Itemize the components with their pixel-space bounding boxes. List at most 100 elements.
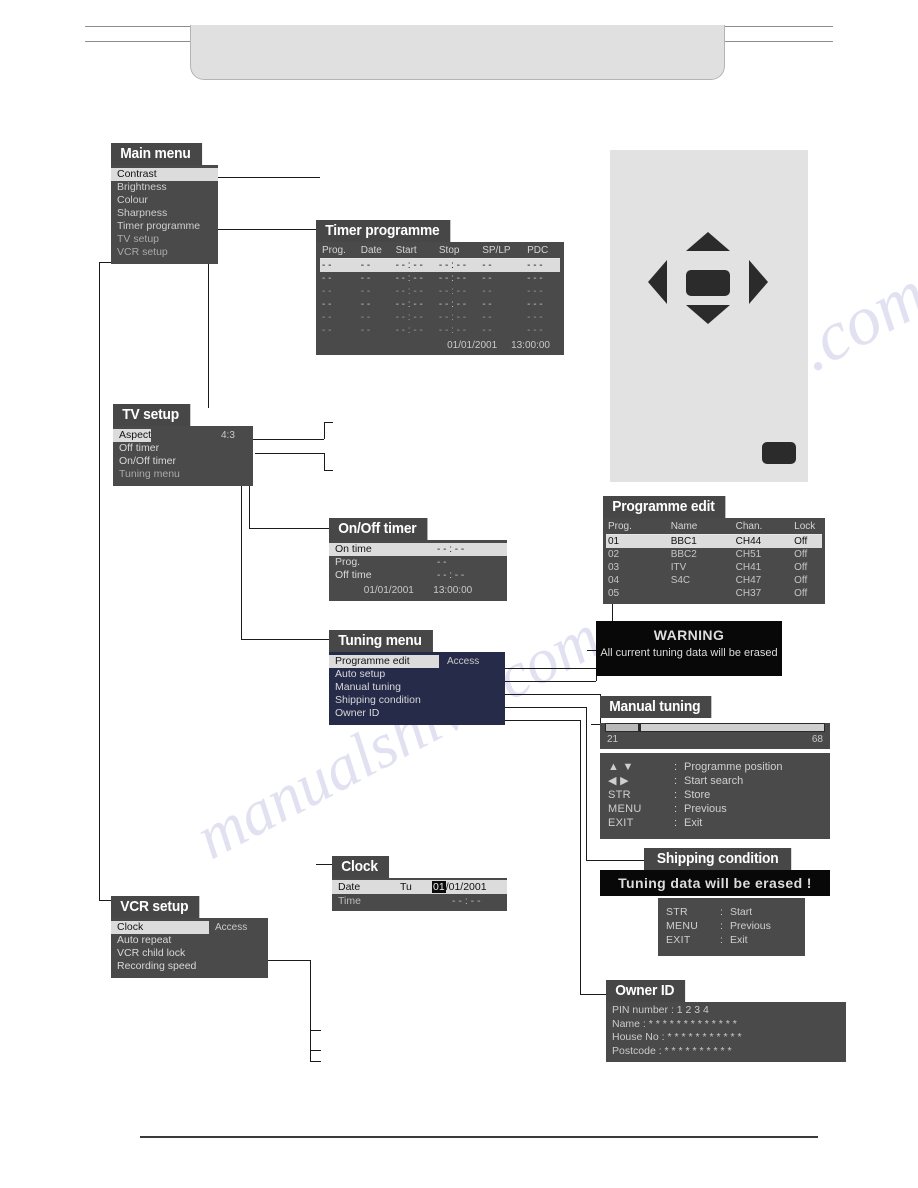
tuning-menu-panel: Tuning menu Programme edit Access Auto s… xyxy=(329,630,505,725)
clock-time-row[interactable]: Time - - : - - xyxy=(332,894,507,908)
on-off-timer-title: On/Off timer xyxy=(329,518,428,540)
timer-programme-table: Prog. Date Start Stop SP/LP PDC - - - - … xyxy=(320,244,560,337)
vcr-setup-item-recording-speed[interactable]: Recording speed xyxy=(111,960,268,973)
key-description: Start search xyxy=(684,775,744,787)
key-label: MENU xyxy=(608,803,642,815)
vcr-setup-item-auto-repeat[interactable]: Auto repeat xyxy=(111,934,268,947)
owner-id-name-row[interactable]: Name : * * * * * * * * * * * * * xyxy=(606,1018,846,1032)
clock-date-label: Date xyxy=(338,881,361,893)
vcr-setup-item-vcr-child-lock[interactable]: VCR child lock xyxy=(111,947,268,960)
key-separator: : xyxy=(674,803,678,815)
clock-time-label: Time xyxy=(338,895,361,907)
cell-stop: - - : - - xyxy=(438,312,467,323)
cell-start: - - : - - xyxy=(395,273,423,284)
th-lock: Lock xyxy=(794,521,816,532)
th-chan: Chan. xyxy=(735,521,763,532)
connector-ownerid xyxy=(504,720,580,721)
dpad xyxy=(648,232,768,342)
owner-id-panel: Owner ID PIN number : 1 2 3 4 Name : * *… xyxy=(606,980,846,1062)
table-row[interactable]: - - - - - - : - - - - : - - - - - - - xyxy=(320,298,560,311)
on-off-timer-item-prog[interactable]: Prog. - - xyxy=(329,556,507,569)
main-menu-item-brightness[interactable]: Brightness xyxy=(111,181,218,194)
cell-prog: - - xyxy=(320,258,359,272)
tuning-menu-title: Tuning menu xyxy=(329,630,433,652)
table-row[interactable]: - - - - - - : - - - - : - - - - - - - xyxy=(320,324,560,337)
footer-date: 01/01/2001 xyxy=(363,585,414,596)
tv-setup-item-value: 4:3 xyxy=(221,430,235,441)
th-start: Start xyxy=(395,245,417,256)
table-row[interactable]: - - - - - - : - - - - : - - - - - - - xyxy=(320,272,560,285)
owner-id-house-no-row[interactable]: House No : * * * * * * * * * * * xyxy=(606,1031,846,1045)
main-menu-item-tv-setup[interactable]: TV setup xyxy=(111,233,218,246)
key-description: Previous xyxy=(730,920,771,932)
footer-time: 13:00:00 xyxy=(511,340,550,351)
cell-splp: - - xyxy=(482,325,492,336)
tuning-menu-item-programme-edit[interactable]: Programme edit Access xyxy=(329,655,505,668)
tv-setup-item-on-off-timer[interactable]: On/Off timer xyxy=(113,455,253,468)
cell-chan: CH41 xyxy=(735,562,762,573)
clock-day-highlight: 01 xyxy=(432,881,446,893)
left-arrow-icon[interactable] xyxy=(648,260,667,304)
main-menu-item-contrast[interactable]: Contrast xyxy=(111,168,218,181)
tuning-menu-item-shipping-condition[interactable]: Shipping condition xyxy=(329,694,505,707)
footer-date: 01/01/2001 xyxy=(447,340,498,351)
table-row[interactable]: - - - - - - : - - - - : - - - - - - - xyxy=(320,285,560,298)
remote-extra-button[interactable] xyxy=(762,442,796,464)
right-arrow-icon[interactable] xyxy=(749,260,768,304)
table-row[interactable]: - - - - - - : - - - - : - - - - - - - xyxy=(320,311,560,324)
on-off-timer-item-on-time[interactable]: On time - - : - - xyxy=(329,543,507,556)
on-off-timer-value: - - : - - xyxy=(437,544,465,555)
key-label: EXIT xyxy=(608,817,634,829)
tuning-menu-item-auto-setup[interactable]: Auto setup xyxy=(329,668,505,681)
cell-pdc: - - - xyxy=(527,286,543,297)
on-off-timer-label: Off time xyxy=(335,569,372,581)
tuning-menu-item-manual-tuning[interactable]: Manual tuning xyxy=(329,681,505,694)
table-row[interactable]: 03 ITV CH41 Off xyxy=(606,561,822,574)
cell-start: - - : - - xyxy=(395,299,423,310)
cell-pdc: - - - xyxy=(525,258,560,272)
tuning-menu-label: Owner ID xyxy=(335,707,380,719)
connector-shipping-v xyxy=(586,707,587,860)
main-menu-item-sharpness[interactable]: Sharpness xyxy=(111,207,218,220)
connector-vcr-b1 xyxy=(310,1030,321,1031)
tv-setup-title: TV setup xyxy=(113,404,191,426)
on-off-timer-value: - - xyxy=(437,557,447,568)
cell-pdc: - - - xyxy=(527,273,543,284)
vcr-setup-title: VCR setup xyxy=(111,896,200,918)
tuning-bar[interactable] xyxy=(605,723,825,732)
clock-panel: Clock Date Tu 01/01/2001 Time - - : - - xyxy=(332,856,507,911)
main-menu-item-colour[interactable]: Colour xyxy=(111,194,218,207)
main-menu-item-vcr-setup[interactable]: VCR setup xyxy=(111,246,218,259)
on-off-timer-item-off-time[interactable]: Off time - - : - - xyxy=(329,569,507,582)
cell-lock: Off xyxy=(794,562,808,573)
shipping-condition-key-list: STR : Start MENU : Previous EXIT : Exit xyxy=(658,901,805,951)
table-row[interactable]: 02 BBC2 CH51 Off xyxy=(606,548,822,561)
ok-button[interactable] xyxy=(686,270,730,296)
down-arrow-icon[interactable] xyxy=(686,305,730,324)
clock-date-row[interactable]: Date Tu 01/01/2001 xyxy=(332,880,507,894)
tv-setup-item-tuning-menu[interactable]: Tuning menu xyxy=(113,468,253,481)
table-row[interactable]: - - - - - - : - - - - : - - - - - - - xyxy=(320,258,560,272)
table-row[interactable]: 01 BBC1 CH44 Off xyxy=(606,534,822,548)
tuning-menu-label: Manual tuning xyxy=(335,681,401,693)
tv-setup-item-aspect[interactable]: Aspect 4:3 xyxy=(113,429,253,442)
cell-prog: - - xyxy=(322,286,332,297)
tuning-menu-item-owner-id[interactable]: Owner ID xyxy=(329,707,505,720)
tv-setup-item-label: On/Off timer xyxy=(119,455,176,467)
up-arrow-icon[interactable] xyxy=(686,232,730,251)
table-row[interactable]: 05 CH37 Off xyxy=(606,587,822,600)
table-row[interactable]: 04 S4C CH47 Off xyxy=(606,574,822,587)
vcr-setup-value: Access xyxy=(215,922,248,933)
cell-prog: - - xyxy=(322,312,332,323)
main-menu-item-timer-programme[interactable]: Timer programme xyxy=(111,220,218,233)
vcr-setup-item-clock[interactable]: Clock Access xyxy=(111,921,268,934)
tuning-bar-cursor[interactable] xyxy=(606,724,642,731)
th-splp: SP/LP xyxy=(482,245,511,256)
tv-setup-item-off-timer[interactable]: Off timer xyxy=(113,442,253,455)
cell-prog: 02 xyxy=(608,549,620,560)
cell-pdc: - - - xyxy=(527,312,543,323)
timer-programme-panel: Timer programme Prog. Date Start Stop SP… xyxy=(316,220,564,355)
owner-id-pin-row[interactable]: PIN number : 1 2 3 4 xyxy=(606,1004,846,1018)
cell-start: - - : - - xyxy=(395,325,423,336)
owner-id-postcode-row[interactable]: Postcode : * * * * * * * * * * xyxy=(606,1045,846,1059)
